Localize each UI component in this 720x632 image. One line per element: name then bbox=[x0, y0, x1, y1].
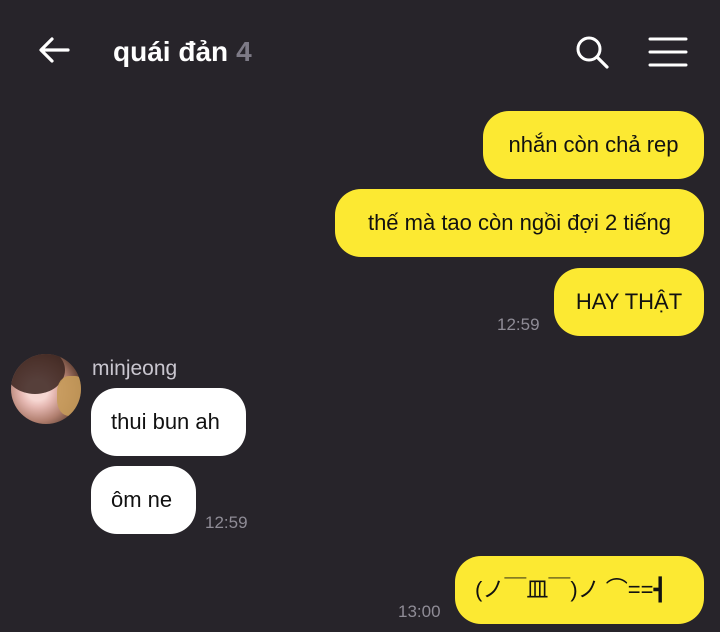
back-button[interactable] bbox=[34, 30, 74, 70]
avatar[interactable] bbox=[11, 354, 81, 424]
message-timestamp: 13:00 bbox=[398, 602, 441, 621]
chat-name: quái đản bbox=[113, 36, 229, 67]
member-count: 4 bbox=[236, 36, 252, 67]
message-timestamp: 12:59 bbox=[205, 513, 248, 532]
search-icon bbox=[576, 36, 609, 69]
chat-title: quái đản 4 bbox=[113, 32, 252, 72]
chat-header: quái đản 4 bbox=[0, 0, 720, 104]
arrow-left-icon bbox=[39, 37, 70, 63]
message-timestamp: 12:59 bbox=[497, 315, 540, 334]
message-bubble-outgoing[interactable]: nhắn còn chả rep bbox=[483, 111, 704, 179]
sender-name: minjeong bbox=[92, 357, 178, 380]
message-bubble-outgoing[interactable]: (ノ￣皿￣)ノ ⌒==┫ bbox=[455, 556, 704, 624]
avatar-prop-detail bbox=[57, 376, 81, 416]
message-bubble-incoming[interactable]: thui bun ah bbox=[91, 388, 246, 456]
message-bubble-outgoing[interactable]: thế mà tao còn ngồi đợi 2 tiếng bbox=[335, 189, 704, 257]
search-button[interactable] bbox=[572, 32, 612, 72]
message-bubble-outgoing[interactable]: HAY THẬT bbox=[554, 268, 704, 336]
hamburger-menu-icon bbox=[648, 37, 688, 67]
message-bubble-incoming[interactable]: ôm ne bbox=[91, 466, 196, 534]
menu-button[interactable] bbox=[646, 32, 690, 72]
